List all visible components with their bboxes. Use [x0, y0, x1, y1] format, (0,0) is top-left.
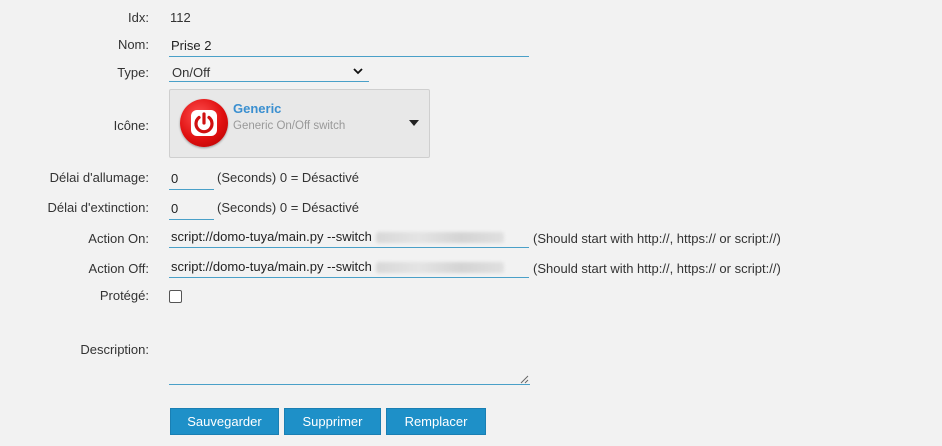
save-button[interactable]: Sauvegarder: [170, 408, 279, 435]
nom-label: Nom:: [117, 37, 149, 52]
action-off-input[interactable]: script://domo-tuya/main.py --switch: [169, 259, 529, 278]
action-off-value: script://domo-tuya/main.py --switch: [171, 259, 372, 274]
action-on-hint: (Should start with http://, https:// or …: [533, 231, 781, 246]
nom-input[interactable]: [169, 36, 529, 57]
chevron-down-icon: [353, 68, 363, 75]
idx-label: Idx:: [128, 10, 149, 25]
action-on-input[interactable]: script://domo-tuya/main.py --switch: [169, 229, 529, 248]
description-label: Description:: [80, 342, 149, 357]
icon-title: Generic: [233, 101, 282, 116]
resize-grip-icon[interactable]: [520, 375, 529, 384]
idx-value: 112: [170, 10, 191, 25]
delai-allumage-hint: (Seconds) 0 = Désactivé: [217, 170, 359, 185]
protege-checkbox[interactable]: [169, 290, 182, 303]
redacted-text: [375, 232, 504, 244]
delai-allumage-label: Délai d'allumage:: [49, 170, 149, 185]
action-on-value: script://domo-tuya/main.py --switch: [171, 229, 372, 244]
action-off-label: Action Off:: [88, 261, 149, 276]
icon-subtitle: Generic On/Off switch: [233, 120, 346, 132]
redacted-text: [375, 262, 504, 274]
replace-button[interactable]: Remplacer: [386, 408, 486, 435]
delai-allumage-input[interactable]: [169, 169, 214, 190]
icon-selector[interactable]: Generic Generic On/Off switch: [169, 89, 430, 158]
icone-label: Icône:: [113, 118, 149, 133]
type-label: Type:: [117, 65, 149, 80]
delai-extinction-input[interactable]: [169, 199, 214, 220]
action-off-hint: (Should start with http://, https:// or …: [533, 261, 781, 276]
type-select[interactable]: On/Off: [169, 63, 369, 82]
delai-extinction-hint: (Seconds) 0 = Désactivé: [217, 200, 359, 215]
description-textarea[interactable]: [169, 332, 530, 385]
caret-down-icon[interactable]: [409, 120, 419, 126]
type-selected-value: On/Off: [172, 65, 211, 80]
delai-extinction-label: Délai d'extinction:: [47, 200, 149, 215]
delete-button[interactable]: Supprimer: [284, 408, 381, 435]
action-on-label: Action On:: [88, 231, 149, 246]
power-icon: [180, 99, 228, 147]
protege-label: Protégé:: [99, 288, 149, 303]
